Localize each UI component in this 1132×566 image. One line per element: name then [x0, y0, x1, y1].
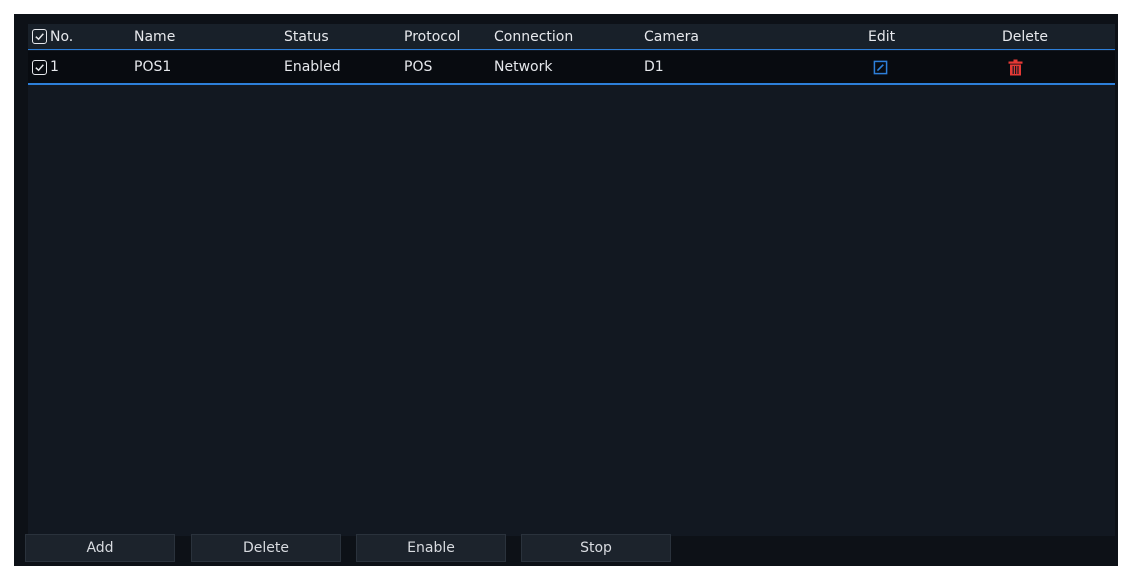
row-connection: Network	[494, 59, 553, 75]
trash-icon[interactable]	[1008, 59, 1023, 76]
header-edit: Edit	[868, 28, 896, 45]
delete-button[interactable]: Delete	[191, 534, 341, 562]
row-no-value: 1	[50, 59, 59, 75]
edit-button[interactable]	[873, 51, 888, 83]
enable-button[interactable]: Enable	[356, 534, 506, 562]
row-name: POS1	[134, 59, 172, 75]
header-connection: Connection	[494, 28, 574, 45]
header-no: No.	[32, 24, 73, 49]
header-status: Status	[284, 28, 329, 45]
table-header: No. Name Status Protocol Connection Came…	[28, 24, 1115, 50]
header-name: Name	[134, 28, 176, 45]
row-no: 1	[32, 51, 59, 83]
header-no-label: No.	[50, 28, 74, 45]
select-all-checkbox[interactable]	[32, 29, 47, 44]
pos-table: No. Name Status Protocol Connection Came…	[28, 24, 1115, 536]
header-camera: Camera	[644, 28, 699, 45]
row-camera: D1	[644, 59, 664, 75]
edit-icon[interactable]	[873, 60, 888, 75]
add-button[interactable]: Add	[25, 534, 175, 562]
action-toolbar: Add Delete Enable Stop	[14, 534, 1118, 566]
delete-row-button[interactable]	[1008, 51, 1023, 83]
header-protocol: Protocol	[404, 28, 461, 45]
pos-settings-panel: No. Name Status Protocol Connection Came…	[14, 14, 1118, 566]
table-row[interactable]: 1 POS1 Enabled POS Network D1	[28, 51, 1115, 85]
row-protocol: POS	[404, 59, 433, 75]
header-delete: Delete	[1002, 28, 1048, 45]
row-status: Enabled	[284, 59, 341, 75]
stop-button[interactable]: Stop	[521, 534, 671, 562]
row-checkbox[interactable]	[32, 59, 47, 75]
